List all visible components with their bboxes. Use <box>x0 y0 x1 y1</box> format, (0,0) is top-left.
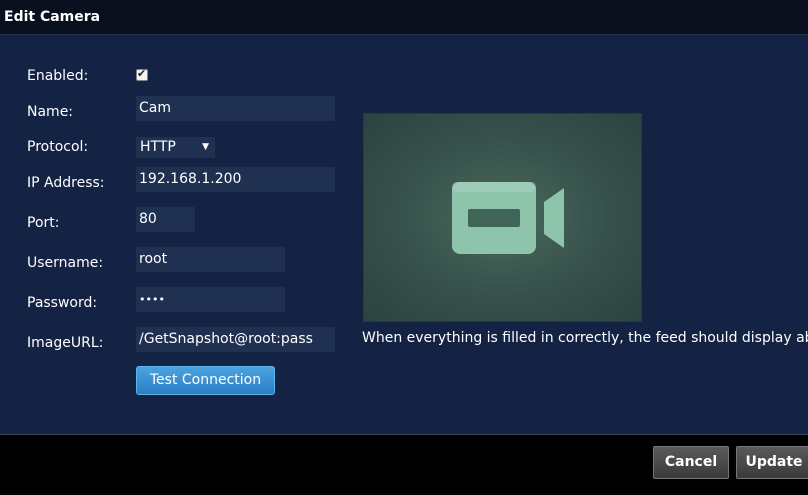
username-input[interactable]: root <box>136 247 285 272</box>
port-label: Port: <box>27 215 60 231</box>
image-url-input[interactable]: /GetSnapshot@root:pass <box>136 327 335 352</box>
protocol-label: Protocol: <box>27 139 89 155</box>
dialog-title: Edit Camera <box>4 9 101 25</box>
name-label: Name: <box>27 104 74 120</box>
password-input[interactable]: •••• <box>136 287 285 312</box>
camera-preview <box>363 113 642 322</box>
protocol-select[interactable]: HTTP ▼ <box>136 137 215 158</box>
cancel-button[interactable]: Cancel <box>653 446 729 479</box>
protocol-value: HTTP <box>140 139 176 155</box>
ip-address-label: IP Address: <box>27 175 105 191</box>
name-input[interactable]: Cam <box>136 96 335 121</box>
image-url-label: ImageURL: <box>27 335 104 351</box>
video-camera-icon <box>452 182 564 254</box>
preview-hint-text: When everything is filled in correctly, … <box>362 330 808 346</box>
username-label: Username: <box>27 255 104 271</box>
dropdown-caret-icon: ▼ <box>202 142 209 152</box>
enabled-label: Enabled: <box>27 68 89 84</box>
title-bar: Edit Camera <box>0 0 808 35</box>
enabled-checkbox[interactable]: ✔ <box>136 67 148 81</box>
update-button[interactable]: Update <box>736 446 808 479</box>
password-label: Password: <box>27 295 98 311</box>
port-input[interactable]: 80 <box>136 207 195 232</box>
checkmark-icon: ✔ <box>137 67 147 80</box>
test-connection-button[interactable]: Test Connection <box>136 366 275 395</box>
ip-address-input[interactable]: 192.168.1.200 <box>136 167 335 192</box>
